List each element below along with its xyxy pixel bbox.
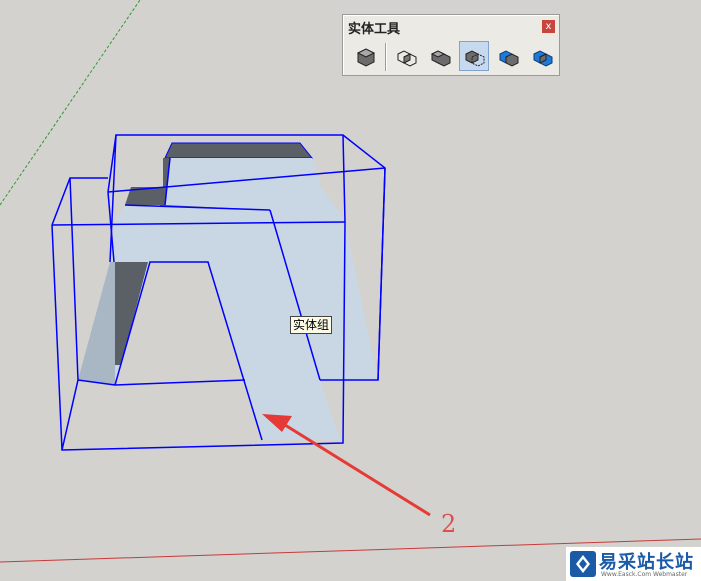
trim-icon (499, 50, 519, 67)
close-icon[interactable]: x (542, 20, 555, 33)
split-button[interactable] (527, 41, 557, 71)
watermark-logo-icon (570, 551, 596, 577)
modeling-viewport[interactable]: 实体工具 x 实体组 2 易采站长站 Www.Easck.Com Webmast… (0, 0, 701, 581)
watermark: 易采站长站 Www.Easck.Com Webmaster (566, 547, 701, 581)
intersect-icon (397, 50, 417, 67)
solid-tools-toolbar: 实体工具 x (342, 14, 560, 76)
toolbar-titlebar[interactable]: 实体工具 x (344, 16, 558, 38)
subtract-icon (465, 50, 485, 67)
dark-left-strip (125, 158, 170, 205)
dark-top-strip (164, 142, 314, 159)
outer-shell-button[interactable] (350, 41, 380, 71)
toolbar-separator (385, 43, 386, 71)
toolbar-title: 实体工具 (348, 21, 401, 37)
union-button[interactable] (425, 41, 455, 71)
toolbar-buttons (347, 40, 555, 74)
scene-canvas[interactable] (0, 0, 701, 581)
entity-tooltip: 实体组 (290, 316, 333, 334)
left-groove (114, 262, 148, 365)
intersect-button[interactable] (391, 41, 421, 71)
subtract-button[interactable] (459, 41, 489, 71)
solid-group-model[interactable] (78, 142, 378, 441)
green-axis-line (0, 0, 141, 206)
union-icon (430, 50, 451, 67)
annotation-number: 2 (441, 510, 457, 538)
trim-button[interactable] (493, 41, 523, 71)
crossbar-edge (114, 379, 246, 386)
left-slant-side (78, 262, 115, 385)
split-icon (533, 50, 553, 67)
outer-shell-icon (356, 48, 376, 67)
watermark-subtext: Www.Easck.Com Webmaster (601, 571, 688, 578)
